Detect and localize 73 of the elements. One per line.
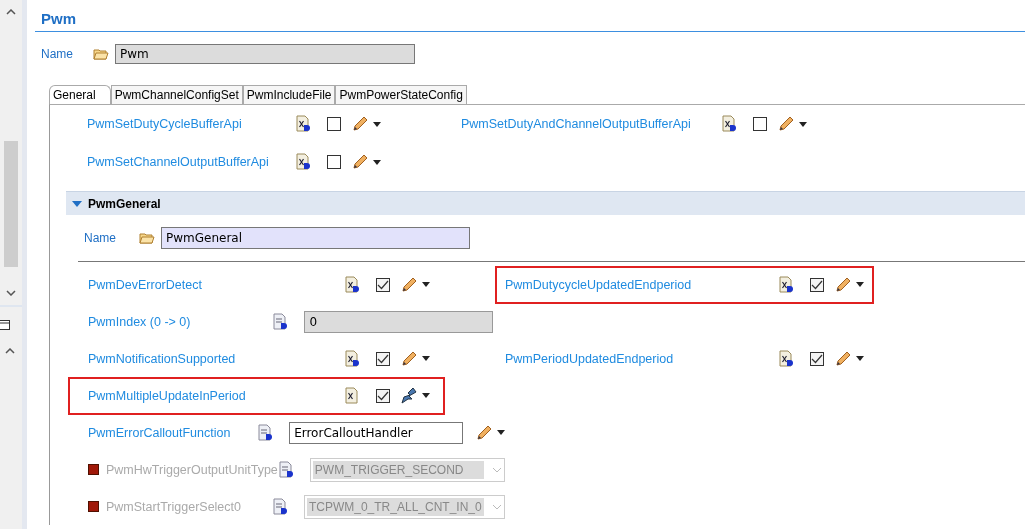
parameter-link[interactable]: PwmSetDutyAndChannelOutputBufferApi bbox=[461, 117, 721, 131]
parameter-link[interactable]: PwmSetDutyCycleBufferApi bbox=[87, 117, 295, 131]
parameter-link[interactable]: PwmIndex (0 -> 0) bbox=[88, 314, 273, 329]
document-xd-icon bbox=[778, 349, 794, 368]
document-xd-icon bbox=[295, 153, 311, 171]
checkbox[interactable] bbox=[376, 388, 390, 403]
caret-icon[interactable] bbox=[422, 282, 430, 287]
parameter-link[interactable]: PwmHwTriggerOutputUnitType bbox=[106, 462, 278, 477]
pencil-icon[interactable] bbox=[351, 115, 369, 133]
tab[interactable]: PwmPowerStateConfig bbox=[335, 85, 467, 104]
parameter-link[interactable]: PwmPeriodUpdatedEndperiod bbox=[505, 351, 778, 366]
scrollbar-thumb[interactable] bbox=[4, 141, 18, 267]
document-xd-icon bbox=[295, 115, 311, 133]
checkbox[interactable] bbox=[810, 277, 824, 292]
wrench-icon[interactable] bbox=[400, 386, 418, 405]
parameter-link[interactable]: PwmNotificationSupported bbox=[88, 351, 344, 366]
error-marker-icon bbox=[88, 464, 99, 475]
caret-icon[interactable] bbox=[799, 121, 807, 127]
pencil-icon[interactable] bbox=[400, 275, 418, 294]
caret-icon[interactable] bbox=[856, 282, 864, 287]
checkbox[interactable] bbox=[327, 117, 341, 131]
value-field[interactable]: ErrorCalloutHandler bbox=[289, 421, 463, 444]
document-icon bbox=[271, 497, 288, 516]
folder-icon bbox=[93, 48, 109, 60]
pencil-icon[interactable] bbox=[777, 115, 795, 133]
expand-icon[interactable] bbox=[72, 199, 82, 208]
checkbox[interactable] bbox=[376, 351, 390, 366]
parameter-link[interactable]: PwmMultipleUpdateInPeriod bbox=[88, 388, 344, 403]
parameter-link[interactable]: PwmDevErrorDetect bbox=[88, 277, 344, 292]
parameter-link[interactable]: PwmDutycycleUpdatedEndperiod bbox=[505, 277, 778, 292]
document-icon bbox=[257, 423, 274, 442]
tab[interactable]: General bbox=[49, 85, 111, 104]
caret-icon[interactable] bbox=[497, 430, 505, 435]
pencil-icon[interactable] bbox=[351, 153, 369, 171]
name-label: Name bbox=[41, 47, 74, 61]
pencil-icon[interactable] bbox=[834, 349, 852, 368]
dropdown[interactable]: PWM_TRIGGER_SECOND bbox=[309, 457, 505, 482]
name-field[interactable]: Pwm bbox=[115, 44, 415, 64]
document-xd-icon bbox=[344, 349, 360, 368]
section-title: PwmGeneral bbox=[88, 196, 161, 211]
tab[interactable]: PwmIncludeFile bbox=[242, 85, 336, 104]
caret-icon[interactable] bbox=[373, 159, 381, 165]
parameter-link[interactable]: PwmErrorCalloutFunction bbox=[88, 425, 258, 440]
checkbox[interactable] bbox=[376, 277, 390, 292]
tab[interactable]: PwmChannelConfigSet bbox=[110, 85, 243, 104]
document-icon bbox=[272, 312, 289, 331]
checkbox[interactable] bbox=[753, 117, 767, 131]
caret-icon[interactable] bbox=[856, 356, 864, 361]
window-icon[interactable] bbox=[0, 319, 10, 331]
name-label: Name bbox=[84, 231, 117, 245]
section-header[interactable]: PwmGeneral bbox=[66, 191, 1025, 215]
folder-icon bbox=[139, 232, 155, 244]
document-x-icon bbox=[344, 386, 360, 405]
error-marker-icon bbox=[88, 501, 99, 512]
checkbox[interactable] bbox=[327, 155, 341, 169]
editor-title: Pwm bbox=[35, 2, 1025, 32]
caret-icon[interactable] bbox=[422, 356, 430, 361]
document-xd-icon bbox=[778, 275, 794, 294]
scroll-down-icon[interactable] bbox=[6, 287, 16, 299]
caret-icon[interactable] bbox=[422, 393, 430, 398]
document-xd-icon bbox=[344, 275, 360, 294]
dropdown[interactable]: TCPWM_0_TR_ALL_CNT_IN_0 bbox=[303, 494, 505, 519]
pencil-icon[interactable] bbox=[475, 423, 493, 442]
value-field[interactable]: 0 bbox=[304, 310, 493, 333]
document-xd-icon bbox=[721, 115, 737, 133]
parameter-link[interactable]: PwmSetChannelOutputBufferApi bbox=[87, 155, 295, 169]
document-icon bbox=[277, 460, 294, 479]
parameter-link[interactable]: PwmStartTriggerSelect0 bbox=[106, 499, 272, 514]
name-field[interactable]: PwmGeneral bbox=[161, 227, 470, 249]
pencil-icon[interactable] bbox=[400, 349, 418, 368]
caret-icon[interactable] bbox=[373, 121, 381, 127]
checkbox[interactable] bbox=[810, 351, 824, 366]
pencil-icon[interactable] bbox=[834, 275, 852, 294]
